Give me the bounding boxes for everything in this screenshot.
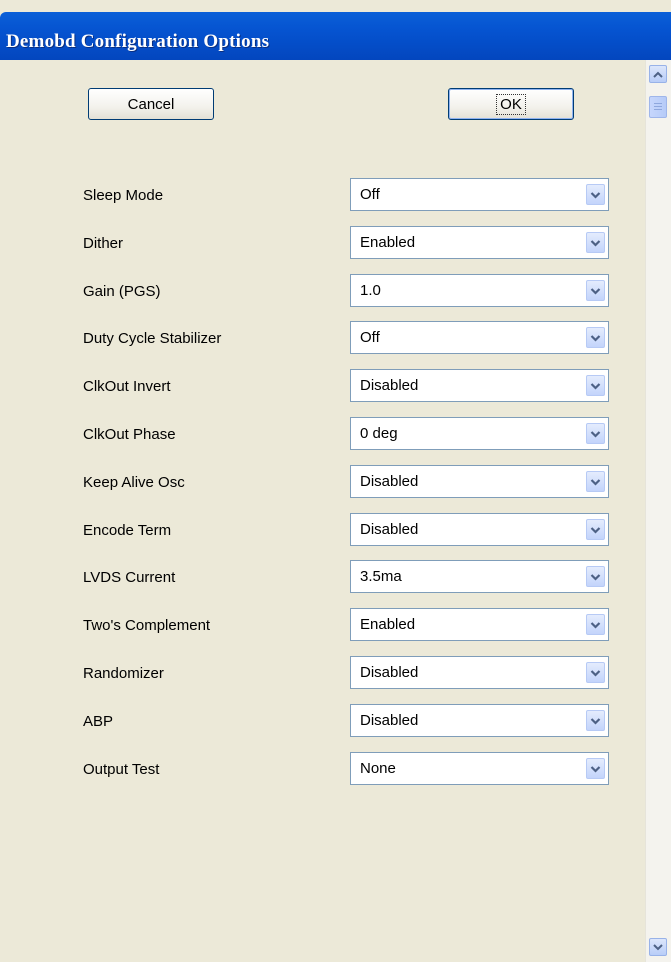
option-dropdown-value: 3.5ma [360,568,402,585]
chevron-down-icon [590,191,601,199]
option-label: ABP [83,713,114,730]
option-dropdown-value: Off [360,186,380,203]
option-dropdown[interactable]: None [350,752,609,785]
option-label: Keep Alive Osc [83,474,185,491]
option-label: Encode Term [83,522,172,539]
cancel-button[interactable]: Cancel [88,88,214,120]
option-label: Two's Complement [83,617,211,634]
option-dropdown[interactable]: Enabled [350,608,609,641]
option-dropdown-value: Off [360,329,380,346]
chevron-down-icon [590,430,601,438]
chevron-up-icon [653,71,663,78]
option-dropdown[interactable]: Disabled [350,656,609,689]
dropdown-arrow-button[interactable] [586,375,605,396]
chevron-down-icon [590,573,601,581]
option-dropdown[interactable]: 3.5ma [350,560,609,593]
option-dropdown-value: Disabled [360,664,419,681]
ok-button[interactable]: OK [448,88,574,120]
option-dropdown[interactable]: Off [350,321,609,354]
dropdown-arrow-button[interactable] [586,327,605,348]
window-title: Demobd Configuration Options [6,31,270,52]
option-dropdown[interactable]: Disabled [350,704,609,737]
option-label: Duty Cycle Stabilizer [83,330,222,347]
option-label: Sleep Mode [83,187,164,204]
option-dropdown[interactable]: Disabled [350,465,609,498]
dropdown-arrow-button[interactable] [586,614,605,635]
chevron-down-icon [590,239,601,247]
option-dropdown-value: Disabled [360,377,419,394]
option-label: Dither [83,235,124,252]
dropdown-arrow-button[interactable] [586,184,605,205]
option-dropdown-value: Enabled [360,234,416,251]
dropdown-arrow-button[interactable] [586,710,605,731]
title-bar[interactable]: Demobd Configuration Options [0,12,671,60]
chevron-down-icon [653,943,663,950]
dropdown-arrow-button[interactable] [586,758,605,779]
option-dropdown-value: 1.0 [360,282,381,299]
ok-button-label: OK [496,93,526,115]
chevron-down-icon [590,382,601,390]
chevron-down-icon [590,765,601,773]
option-dropdown-value: Enabled [360,616,416,633]
option-label: ClkOut Phase [83,426,176,443]
dropdown-arrow-button[interactable] [586,662,605,683]
option-dropdown-value: Disabled [360,473,419,490]
option-label: Randomizer [83,665,164,682]
option-dropdown-value: Disabled [360,712,419,729]
chevron-down-icon [590,526,601,534]
option-dropdown[interactable]: Disabled [350,369,609,402]
chevron-down-icon [590,334,601,342]
vertical-scrollbar[interactable] [645,60,671,962]
option-dropdown-value: Disabled [360,521,419,538]
chevron-down-icon [590,621,601,629]
option-dropdown[interactable]: Disabled [350,513,609,546]
option-dropdown-value: None [360,760,396,777]
dropdown-arrow-button[interactable] [586,566,605,587]
option-label: Output Test [83,761,160,778]
dropdown-arrow-button[interactable] [586,519,605,540]
cancel-button-label: Cancel [127,95,175,113]
option-dropdown[interactable]: 1.0 [350,274,609,307]
chevron-down-icon [590,287,601,295]
scroll-down-button[interactable] [649,938,667,956]
dialog-window: Demobd Configuration Options Cancel OK S… [0,0,671,962]
option-label: ClkOut Invert [83,378,171,395]
option-dropdown-value: 0 deg [360,425,398,442]
options-panel: Cancel OK Sleep Mode Off Dither Enabled Gain… [0,60,645,962]
option-dropdown[interactable]: 0 deg [350,417,609,450]
option-dropdown[interactable]: Off [350,178,609,211]
chevron-down-icon [590,478,601,486]
chevron-down-icon [590,717,601,725]
dropdown-arrow-button[interactable] [586,471,605,492]
scroll-up-button[interactable] [649,65,667,83]
chevron-down-icon [590,669,601,677]
option-dropdown[interactable]: Enabled [350,226,609,259]
dropdown-arrow-button[interactable] [586,280,605,301]
option-label: LVDS Current [83,569,176,586]
option-label: Gain (PGS) [83,283,161,300]
dropdown-arrow-button[interactable] [586,232,605,253]
dropdown-arrow-button[interactable] [586,423,605,444]
scroll-thumb[interactable] [649,96,667,118]
